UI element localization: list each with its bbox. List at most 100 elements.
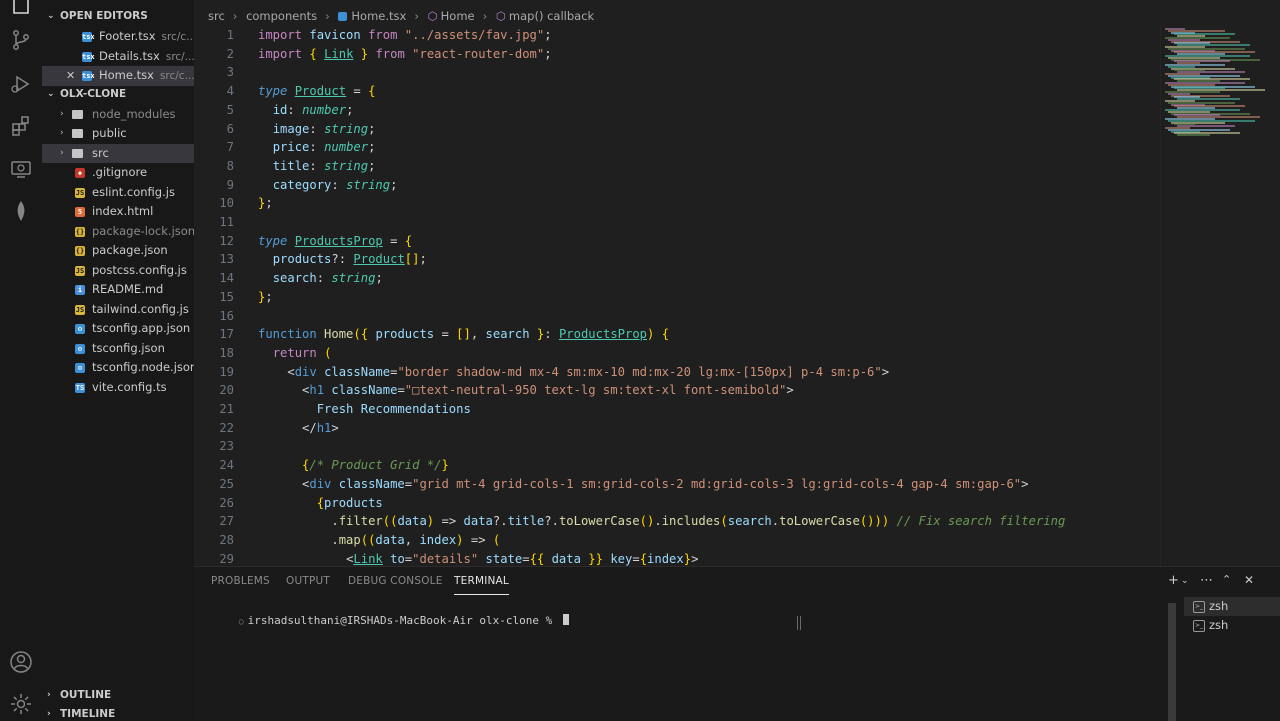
open-editor-item[interactable]: ✕ tsx Home.tsx src/c...	[42, 66, 194, 86]
code-line[interactable]: 4 type Product = {	[194, 82, 1160, 101]
code-line[interactable]: 29 <Link to="details" state={{ data }} k…	[194, 550, 1160, 566]
panel-actions: + ⌄ ⋯ ⌃ ✕	[1168, 573, 1268, 589]
remote-explorer-icon[interactable]	[9, 157, 33, 181]
line-number: 3	[226, 65, 234, 80]
open-editor-item[interactable]: tsx Details.tsx src/...	[42, 47, 194, 67]
tab-terminal[interactable]: TERMINAL	[454, 575, 509, 595]
line-number: 16	[219, 308, 234, 323]
open-editors-header[interactable]: ⌄ OPEN EDITORS	[42, 7, 194, 26]
code-line[interactable]: 3	[194, 63, 1160, 82]
file-tree-item[interactable]: ⚙ tsconfig.node.json	[42, 358, 194, 378]
open-editor-item[interactable]: tsx Footer.tsx src/c...	[42, 27, 194, 47]
breadcrumb-file[interactable]: Home.tsx	[351, 9, 406, 23]
file-tree-item[interactable]: {} package-lock.json	[42, 222, 194, 242]
code-editor[interactable]: 1 import favicon from "../assets/fav.jpg"…	[194, 26, 1160, 566]
more-actions-icon[interactable]: ⋯	[1200, 573, 1213, 588]
code-text: id: number;	[272, 102, 354, 117]
file-tree-item[interactable]: 5 index.html	[42, 202, 194, 222]
code-line[interactable]: 24 {/* Product Grid */}	[194, 456, 1160, 475]
file-tree-item[interactable]: ⚙ tsconfig.app.json	[42, 319, 194, 339]
code-line[interactable]: 20 <h1 className="□text-neutral-950 text…	[194, 381, 1160, 400]
code-line[interactable]: 13 products?: Product[];	[194, 250, 1160, 269]
explorer-icon[interactable]	[9, 0, 33, 16]
file-tree-item[interactable]: › node_modules	[42, 105, 194, 125]
code-line[interactable]: 22 </h1>	[194, 419, 1160, 438]
code-line[interactable]: 1 import favicon from "../assets/fav.jpg"…	[194, 26, 1160, 45]
line-number: 28	[219, 532, 234, 547]
breadcrumb-symbol[interactable]: Home	[441, 9, 475, 23]
run-debug-icon[interactable]	[9, 72, 33, 96]
file-tree-item[interactable]: › public	[42, 124, 194, 144]
code-line[interactable]: 12 type ProductsProp = {	[194, 232, 1160, 251]
code-line[interactable]: 25 <div className="grid mt-4 grid-cols-1…	[194, 475, 1160, 494]
code-line[interactable]: 8 title: string;	[194, 157, 1160, 176]
json-file-icon: {}	[75, 246, 85, 256]
terminal-item[interactable]: >_ zsh	[1184, 616, 1280, 635]
new-terminal-icon[interactable]: +	[1168, 573, 1179, 588]
close-panel-icon[interactable]: ✕	[1244, 573, 1254, 587]
mongodb-leaf-icon[interactable]	[9, 199, 33, 223]
tab-problems[interactable]: PROBLEMS	[211, 575, 270, 587]
line-number: 1	[226, 28, 234, 42]
account-icon[interactable]	[9, 650, 33, 674]
line-number: 23	[219, 439, 234, 454]
chevron-down-icon[interactable]: ⌄	[1181, 576, 1189, 586]
tab-output[interactable]: OUTPUT	[286, 575, 330, 587]
code-text: </h1>	[302, 420, 339, 435]
extensions-icon[interactable]	[9, 114, 33, 138]
file-tree-item[interactable]: › src	[42, 143, 194, 163]
outline-header[interactable]: › OUTLINE	[42, 686, 194, 705]
maximize-panel-icon[interactable]: ⌃	[1222, 573, 1231, 586]
file-name: index.html	[92, 204, 154, 218]
code-line[interactable]: 5 id: number;	[194, 101, 1160, 120]
file-tree-item[interactable]: ⚙ tsconfig.json	[42, 339, 194, 359]
line-number: 26	[219, 495, 234, 510]
breadcrumb-components[interactable]: components	[246, 9, 317, 23]
file-tree-item[interactable]: JS tailwind.config.js	[42, 300, 194, 320]
file-tree-item[interactable]: i README.md	[42, 280, 194, 300]
code-text: import { Link } from "react-router-dom";	[258, 46, 552, 61]
code-line[interactable]: 27 .filter((data) => data?.title?.toLowe…	[194, 512, 1160, 531]
code-line[interactable]: 21 Fresh Recommendations	[194, 400, 1160, 419]
close-icon[interactable]: ✕	[66, 66, 75, 86]
source-control-icon[interactable]	[9, 28, 33, 52]
breadcrumb-callback[interactable]: map() callback	[509, 9, 594, 23]
code-line[interactable]: 9 category: string;	[194, 176, 1160, 195]
code-line[interactable]: 7 price: number;	[194, 138, 1160, 157]
file-tree-item[interactable]: JS postcss.config.js	[42, 261, 194, 281]
settings-gear-icon[interactable]	[9, 692, 33, 716]
tab-debug-console[interactable]: DEBUG CONSOLE	[348, 575, 443, 587]
code-line[interactable]: 10};	[194, 194, 1160, 213]
breadcrumb-src[interactable]: src	[208, 9, 225, 23]
terminal-scrollbar[interactable]	[1168, 603, 1176, 721]
file-tree-item[interactable]: TS vite.config.ts	[42, 378, 194, 398]
code-line[interactable]: 17 function Home({ products = [], search …	[194, 325, 1160, 344]
code-line[interactable]: 16	[194, 307, 1160, 326]
file-tree-item[interactable]: JS eslint.config.js	[42, 183, 194, 203]
line-number: 12	[219, 233, 234, 248]
code-line[interactable]: 18 return (	[194, 344, 1160, 363]
minimap[interactable]	[1160, 26, 1280, 566]
file-name: .gitignore	[92, 165, 148, 179]
code-line[interactable]: 19 <div className="border shadow-md mx-4…	[194, 363, 1160, 382]
code-line[interactable]: 6 image: string;	[194, 120, 1160, 139]
file-tree-item[interactable]: ◆ .gitignore	[42, 163, 194, 183]
terminal-item[interactable]: >_ zsh	[1184, 597, 1280, 616]
symbol-icon: ⬡	[495, 9, 506, 23]
code-line[interactable]: 2 import { Link } from "react-router-dom"…	[194, 45, 1160, 64]
code-line[interactable]: 11	[194, 213, 1160, 232]
ts-file-icon: TS	[75, 382, 85, 393]
project-header[interactable]: ⌄ OLX-CLONE	[42, 85, 194, 104]
code-line[interactable]: 15};	[194, 288, 1160, 307]
file-name: tsconfig.node.json	[92, 360, 195, 374]
code-line[interactable]: 28 .map((data, index) => (	[194, 531, 1160, 550]
tsx-file-icon: tsx	[82, 51, 95, 62]
code-line[interactable]: 23	[194, 437, 1160, 456]
file-name: package.json	[92, 243, 168, 257]
timeline-header[interactable]: › TIMELINE	[42, 705, 194, 720]
code-line[interactable]: 14 search: string;	[194, 269, 1160, 288]
file-tree-item[interactable]: {} package.json	[42, 241, 194, 261]
file-name: node_modules	[92, 106, 176, 121]
terminal-output[interactable]: ○ irshadsulthani@IRSHADs-MacBook-Air olx-…	[199, 601, 569, 640]
code-line[interactable]: 26 {products	[194, 494, 1160, 513]
